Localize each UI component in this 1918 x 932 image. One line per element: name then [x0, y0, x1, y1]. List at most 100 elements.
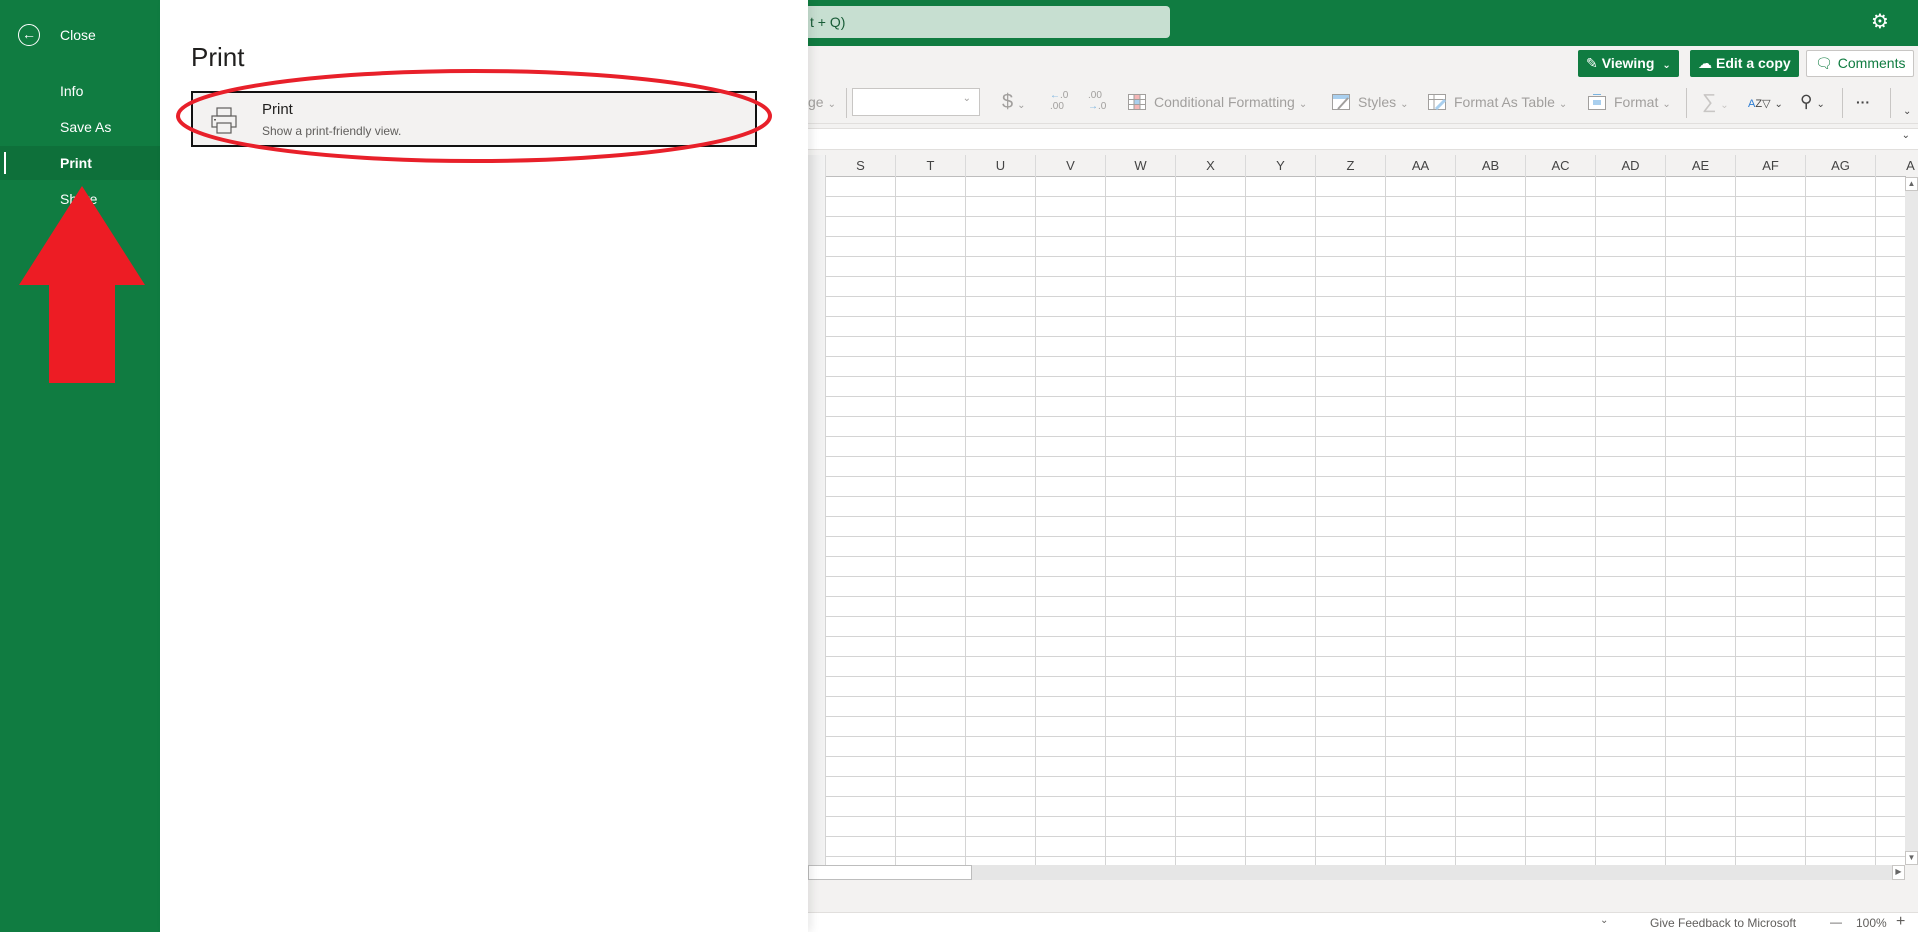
search-input[interactable]: t + Q)	[760, 6, 1170, 38]
printer-icon	[211, 107, 237, 134]
chevron-down-icon: ⌄	[1816, 99, 1825, 110]
chevron-down-icon: ⌄	[1400, 99, 1409, 110]
more-options-button[interactable]: ···	[1856, 90, 1870, 114]
sidebar-item-info[interactable]: Info	[0, 74, 160, 108]
gear-icon[interactable]: ⚙	[1868, 10, 1892, 34]
scroll-down-button[interactable]: ▼	[1905, 851, 1918, 865]
merge-dropdown[interactable]: ge ⌄	[808, 90, 836, 114]
zoom-level[interactable]: 100%	[1856, 916, 1887, 930]
vertical-scrollbar[interactable]: ▲ ▼	[1905, 177, 1918, 865]
column-header[interactable]: V	[1035, 155, 1105, 177]
decrease-decimal-icon: →	[1088, 101, 1098, 112]
edit-copy-label: Edit a copy	[1716, 55, 1791, 71]
styles-button[interactable]: Styles ⌄	[1332, 90, 1409, 114]
sigma-icon: ∑	[1702, 91, 1717, 113]
scroll-right-button[interactable]: ▶	[1892, 865, 1905, 880]
sidebar-item-label: Save As	[60, 119, 112, 135]
comments-label: Comments	[1837, 55, 1906, 71]
edit-a-copy-button[interactable]: ☁ Edit a copy	[1690, 50, 1799, 77]
column-header[interactable]: U	[965, 155, 1035, 177]
chevron-down-icon[interactable]: ⌄	[1600, 915, 1608, 926]
ribbon-expand-button[interactable]: ⌄	[1903, 100, 1911, 124]
decrease-decimal-button[interactable]: .00 →.0	[1088, 90, 1110, 114]
format-button[interactable]: Format ⌄	[1588, 90, 1671, 114]
column-header[interactable]: AE	[1665, 155, 1735, 177]
cell-grid[interactable]	[808, 177, 1905, 865]
chevron-down-icon: ⌄	[1662, 60, 1671, 71]
format-as-table-button[interactable]: Format As Table ⌄	[1428, 90, 1567, 114]
sidebar-item-label: Share	[60, 191, 98, 207]
increase-decimal-icon: ←	[1050, 90, 1060, 101]
page-title: Print	[191, 42, 245, 72]
zoom-in-button[interactable]: +	[1896, 913, 1905, 931]
comment-icon: 🗨	[1815, 55, 1833, 71]
viewing-label: Viewing	[1601, 55, 1655, 71]
viewing-mode-button[interactable]: ✎ Viewing ⌄	[1578, 50, 1679, 77]
column-header[interactable]: AA	[1385, 155, 1455, 177]
column-header[interactable]: S	[825, 155, 895, 177]
autosum-button[interactable]: ∑ ⌄	[1702, 90, 1729, 114]
currency-label: $	[1002, 91, 1014, 113]
print-option-title: Print	[262, 101, 293, 118]
increase-decimal-button[interactable]: ←.0.00	[1050, 90, 1072, 114]
chevron-down-icon: ⌄	[962, 93, 971, 104]
styles-icon	[1332, 94, 1350, 110]
sort-filter-button[interactable]: AZ▽ ⌄	[1748, 90, 1783, 114]
conditional-formatting-label: Conditional Formatting	[1154, 94, 1295, 110]
ribbon-divider	[846, 88, 847, 118]
status-bar: ⌄ Give Feedback to Microsoft — 100% +	[808, 912, 1918, 932]
row-header-strip	[808, 155, 825, 865]
feedback-link[interactable]: Give Feedback to Microsoft	[1650, 916, 1796, 930]
styles-label: Styles	[1358, 94, 1397, 110]
zoom-out-button[interactable]: —	[1830, 915, 1842, 929]
column-header[interactable]: AF	[1735, 155, 1805, 177]
number-format-select[interactable]: ⌄	[852, 88, 980, 116]
sidebar-item-label: Close	[60, 27, 96, 43]
chevron-down-icon: ⌄	[1558, 99, 1568, 110]
format-as-table-label: Format As Table	[1454, 94, 1555, 110]
find-button[interactable]: ⚲ ⌄	[1800, 90, 1825, 114]
column-header[interactable]: Z	[1315, 155, 1385, 177]
chevron-down-icon: ⌄	[1720, 100, 1729, 111]
search-icon: ⚲	[1800, 92, 1813, 111]
conditional-formatting-button[interactable]: Conditional Formatting ⌄	[1128, 90, 1307, 114]
horizontal-scrollbar[interactable]: ▶	[808, 865, 1905, 880]
chevron-down-icon: ⌄	[827, 99, 836, 110]
currency-format-button[interactable]: $ ⌄	[1002, 90, 1026, 114]
chevron-down-icon: ⌄	[1903, 106, 1912, 117]
scroll-up-button[interactable]: ▲	[1905, 177, 1918, 191]
column-header[interactable]: T	[895, 155, 965, 177]
column-header[interactable]: AC	[1525, 155, 1595, 177]
print-option-description: Show a print-friendly view.	[262, 124, 402, 138]
sidebar-item-print[interactable]: Print	[0, 146, 160, 180]
print-option-card[interactable]: Print Show a print-friendly view.	[191, 91, 757, 147]
chevron-down-icon: ⌄	[1017, 100, 1026, 111]
comments-button[interactable]: 🗨 Comments	[1806, 50, 1915, 77]
conditional-formatting-icon	[1128, 94, 1146, 110]
horizontal-scroll-thumb[interactable]	[808, 865, 972, 880]
chevron-down-icon: ⌄	[1774, 99, 1783, 110]
sidebar-item-label: Print	[60, 155, 92, 171]
ellipsis-icon: ···	[1856, 94, 1870, 110]
formula-expand-icon[interactable]: ⌄	[1902, 130, 1910, 141]
format-as-table-icon	[1428, 94, 1446, 110]
sort-filter-icon: AZ▽	[1748, 98, 1771, 110]
column-header[interactable]: X	[1175, 155, 1245, 177]
format-label: Format	[1614, 94, 1659, 110]
column-header[interactable]: W	[1105, 155, 1175, 177]
column-header[interactable]: AB	[1455, 155, 1525, 177]
column-header-row: S T U V W X Y Z AA AB AC AD AE AF AG A	[808, 155, 1915, 177]
column-header[interactable]: AD	[1595, 155, 1665, 177]
column-header[interactable]: AG	[1805, 155, 1875, 177]
ribbon-divider	[1686, 88, 1687, 118]
formula-bar[interactable]: ⌄	[808, 128, 1918, 150]
sidebar-item-save-as[interactable]: Save As	[0, 110, 160, 144]
cloud-upload-icon: ☁	[1698, 55, 1712, 71]
merge-label: ge	[808, 94, 824, 110]
sidebar-item-share[interactable]: Share	[0, 182, 160, 216]
column-header[interactable]: A	[1875, 155, 1918, 177]
chevron-down-icon: ⌄	[1298, 99, 1308, 110]
ribbon-divider	[1890, 88, 1891, 118]
sidebar-item-close[interactable]: Close	[0, 18, 160, 52]
column-header[interactable]: Y	[1245, 155, 1315, 177]
